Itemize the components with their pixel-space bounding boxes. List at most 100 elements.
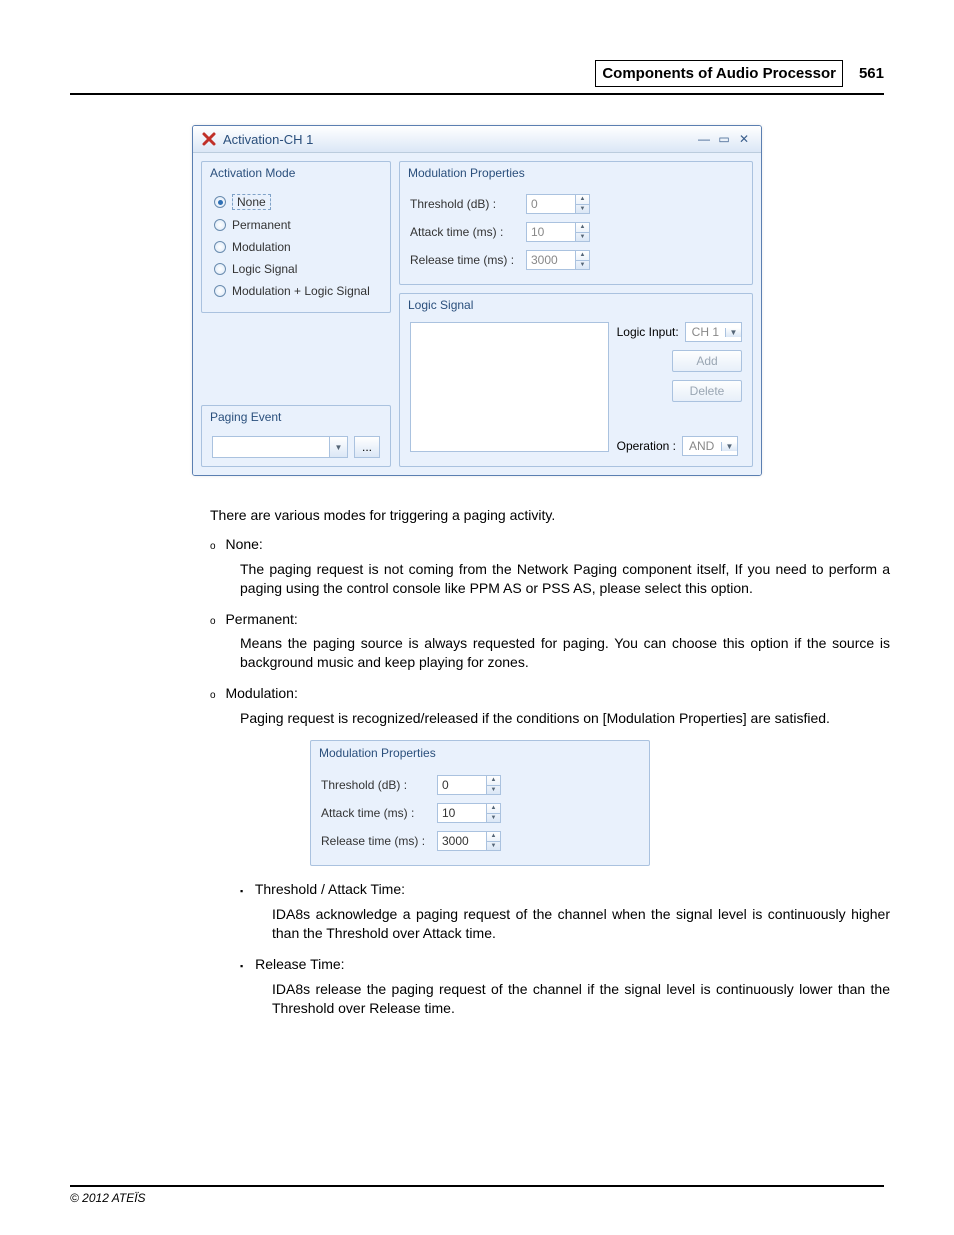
threshold-input[interactable] (526, 194, 576, 214)
modulation-figure: Modulation Properties Threshold (dB) : ▲… (310, 740, 650, 866)
list-title: None: (225, 536, 262, 552)
radio-logic-signal[interactable]: Logic Signal (212, 258, 380, 280)
radio-icon (214, 196, 226, 208)
list-title: Modulation: (225, 685, 297, 701)
modfig-threshold-label: Threshold (dB) : (321, 777, 431, 793)
sub-body: IDA8s release the paging request of the … (272, 980, 890, 1018)
threshold-spinner[interactable]: ▲▼ (576, 194, 590, 214)
radio-icon (214, 263, 226, 275)
operation-value: AND (683, 439, 721, 453)
chevron-down-icon[interactable]: ▼ (487, 842, 500, 851)
chevron-up-icon[interactable]: ▲ (576, 195, 589, 205)
list-body: Paging request is recognized/released if… (240, 709, 890, 728)
chevron-down-icon[interactable]: ▼ (725, 328, 741, 337)
logic-input-value: CH 1 (686, 325, 725, 339)
square-bullet-icon: ▪ (240, 961, 243, 971)
intro-text: There are various modes for triggering a… (210, 506, 890, 525)
threshold-label: Threshold (dB) : (410, 197, 520, 211)
list-item: o Permanent: (210, 610, 890, 629)
square-bullet-icon: ▪ (240, 886, 243, 896)
close-icon[interactable]: ✕ (735, 130, 753, 148)
list-item: o None: (210, 535, 890, 554)
operation-dropdown[interactable]: AND ▼ (682, 436, 738, 456)
radio-none[interactable]: None (212, 190, 380, 214)
page-number: 561 (859, 65, 884, 82)
titlebar[interactable]: Activation-CH 1 — ▭ ✕ (193, 126, 761, 153)
attack-spinner[interactable]: ▲▼ (576, 222, 590, 242)
logic-legend: Logic Signal (400, 294, 752, 316)
chevron-up-icon[interactable]: ▲ (487, 832, 500, 842)
release-label: Release time (ms) : (410, 253, 520, 267)
operation-label: Operation : (617, 439, 676, 453)
chevron-down-icon[interactable]: ▼ (576, 233, 589, 242)
radio-label: Modulation (232, 240, 291, 254)
logic-signal-group: Logic Signal Logic Input: CH 1 ▼ (399, 293, 753, 467)
modfig-attack-spinner[interactable]: ▲▼ (487, 803, 501, 823)
window-title: Activation-CH 1 (223, 132, 313, 147)
modfig-threshold-input[interactable] (437, 775, 487, 795)
radio-permanent[interactable]: Permanent (212, 214, 380, 236)
maximize-icon[interactable]: ▭ (715, 130, 733, 148)
modulation-legend: Modulation Properties (400, 162, 752, 184)
modulation-properties-group: Modulation Properties Threshold (dB) : ▲… (399, 161, 753, 285)
radio-label: Logic Signal (232, 262, 297, 276)
attack-label: Attack time (ms) : (410, 225, 520, 239)
paging-event-group: Paging Event ▼ ... (201, 405, 391, 467)
logic-list[interactable] (410, 322, 609, 452)
list-body: The paging request is not coming from th… (240, 560, 890, 598)
radio-icon (214, 241, 226, 253)
chevron-down-icon[interactable]: ▼ (721, 442, 737, 451)
attack-input[interactable] (526, 222, 576, 242)
paging-event-dropdown[interactable]: ▼ (212, 436, 348, 458)
chevron-up-icon[interactable]: ▲ (576, 223, 589, 233)
page-header: Components of Audio Processor 561 (70, 60, 884, 95)
logic-input-label: Logic Input: (617, 325, 679, 339)
list-title: Permanent: (225, 611, 297, 627)
activation-mode-group: Activation Mode None Permanent Modula (201, 161, 391, 313)
paging-event-legend: Paging Event (202, 406, 390, 428)
chevron-down-icon[interactable]: ▼ (576, 261, 589, 270)
radio-icon (214, 285, 226, 297)
chevron-down-icon[interactable]: ▼ (576, 205, 589, 214)
paging-event-more-button[interactable]: ... (354, 436, 380, 458)
chevron-up-icon[interactable]: ▲ (487, 804, 500, 814)
page-footer: © 2012 ATEÏS (70, 1185, 884, 1205)
modfig-legend: Modulation Properties (311, 741, 649, 765)
add-button[interactable]: Add (672, 350, 742, 372)
logic-input-dropdown[interactable]: CH 1 ▼ (685, 322, 742, 342)
circle-bullet-icon: o (210, 616, 216, 627)
activation-mode-legend: Activation Mode (202, 162, 390, 184)
radio-label: None (232, 194, 271, 210)
modfig-threshold-spinner[interactable]: ▲▼ (487, 775, 501, 795)
radio-modulation-logic[interactable]: Modulation + Logic Signal (212, 280, 380, 302)
chevron-down-icon[interactable]: ▼ (487, 814, 500, 823)
activation-window: Activation-CH 1 — ▭ ✕ Activation Mode No… (192, 125, 762, 476)
sub-item: ▪ Release Time: (240, 955, 890, 974)
chevron-down-icon[interactable]: ▼ (329, 437, 347, 457)
list-item: o Modulation: (210, 684, 890, 703)
circle-bullet-icon: o (210, 541, 216, 552)
header-title: Components of Audio Processor (595, 60, 843, 87)
chevron-down-icon[interactable]: ▼ (487, 786, 500, 795)
modfig-attack-label: Attack time (ms) : (321, 805, 431, 821)
modfig-release-input[interactable] (437, 831, 487, 851)
circle-bullet-icon: o (210, 690, 216, 701)
radio-label: Permanent (232, 218, 291, 232)
chevron-up-icon[interactable]: ▲ (576, 251, 589, 261)
sub-title: Threshold / Attack Time: (255, 881, 405, 897)
list-body: Means the paging source is always reques… (240, 634, 890, 672)
release-spinner[interactable]: ▲▼ (576, 250, 590, 270)
release-input[interactable] (526, 250, 576, 270)
modfig-attack-input[interactable] (437, 803, 487, 823)
delete-button[interactable]: Delete (672, 380, 742, 402)
sub-body: IDA8s acknowledge a paging request of th… (272, 905, 890, 943)
app-icon (201, 131, 217, 147)
modfig-release-spinner[interactable]: ▲▼ (487, 831, 501, 851)
document-body: There are various modes for triggering a… (210, 506, 890, 1018)
radio-modulation[interactable]: Modulation (212, 236, 380, 258)
minimize-icon[interactable]: — (695, 130, 713, 148)
modfig-release-label: Release time (ms) : (321, 833, 431, 849)
sub-title: Release Time: (255, 956, 344, 972)
chevron-up-icon[interactable]: ▲ (487, 776, 500, 786)
radio-label: Modulation + Logic Signal (232, 284, 370, 298)
